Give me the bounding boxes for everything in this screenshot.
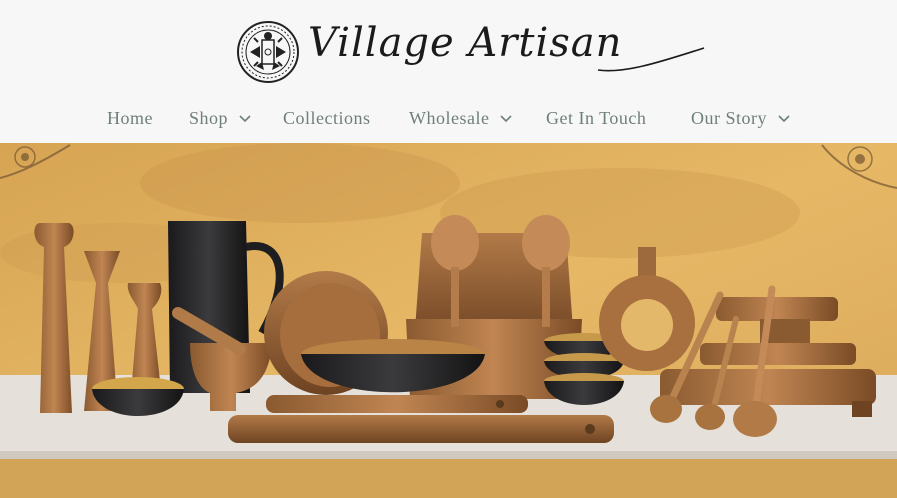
nav-our-story[interactable]: Our Story (691, 100, 791, 136)
main-nav: Home Shop Collections Wholesale Get In T… (0, 100, 897, 136)
nav-wholesale-label: Wholesale (409, 107, 490, 128)
nav-shop-label: Shop (189, 107, 229, 128)
nav-home[interactable]: Home (107, 100, 153, 136)
hero-banner (0, 143, 897, 498)
site-header: Village Artisan Home Shop Collections Wh… (0, 0, 897, 143)
nav-our-story-label: Our Story (691, 107, 767, 128)
nav-collections-label: Collections (283, 107, 371, 128)
nav-get-in-touch-label: Get In Touch (546, 107, 647, 128)
logo-flourish (597, 47, 705, 72)
chevron-down-icon (500, 115, 513, 123)
wooden-kitchenware-photo (0, 143, 897, 498)
tribal-emblem-icon (237, 21, 299, 83)
nav-collections[interactable]: Collections (283, 100, 371, 136)
chevron-down-icon (778, 115, 790, 123)
nav-wholesale[interactable]: Wholesale (409, 100, 513, 136)
brand-name: Village Artisan (308, 20, 623, 66)
chevron-down-icon (239, 115, 251, 123)
logo[interactable]: Village Artisan (236, 16, 706, 88)
nav-home-label: Home (107, 107, 153, 128)
nav-shop[interactable]: Shop (189, 100, 252, 136)
nav-get-in-touch[interactable]: Get In Touch (546, 100, 646, 136)
